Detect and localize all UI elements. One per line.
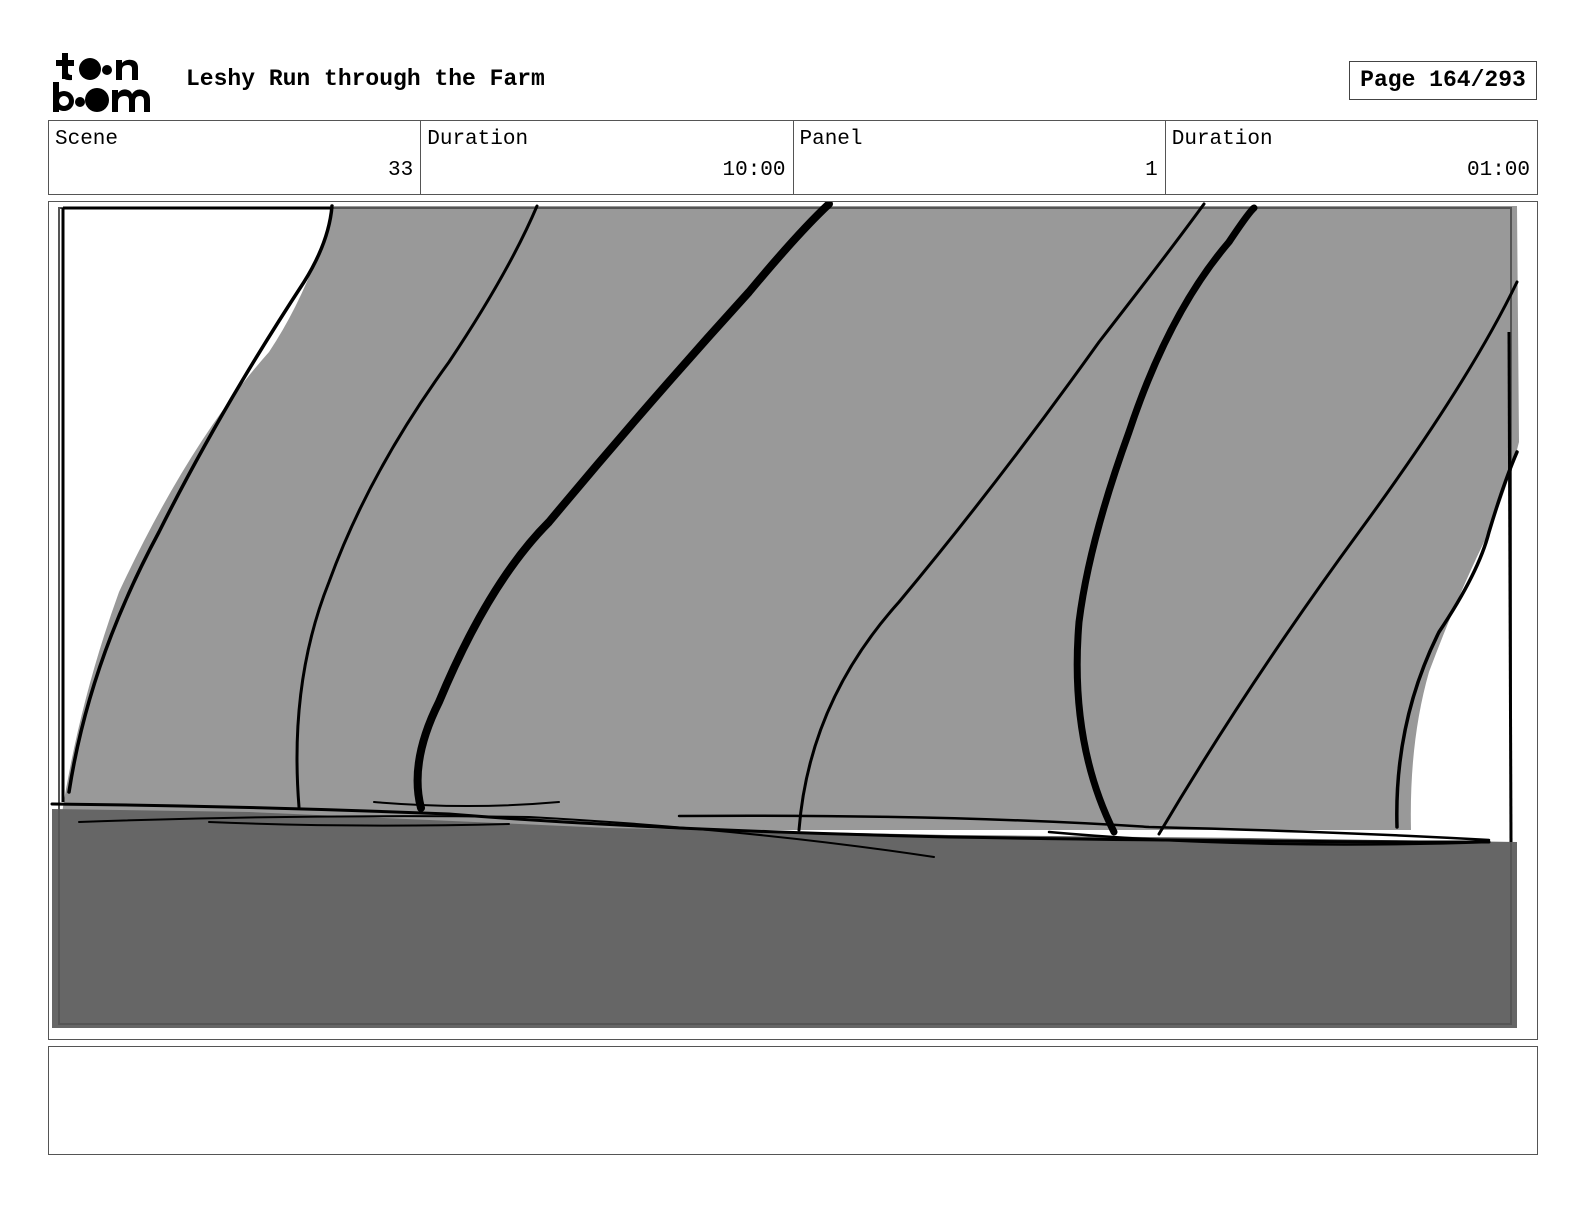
scene-info-table: Scene 33 Duration 10:00 Panel 1 Duration… <box>48 120 1538 195</box>
stalk-fill <box>61 206 1519 830</box>
toonboom-logo <box>50 50 165 114</box>
panel-duration-cell: Duration 01:00 <box>1166 121 1537 194</box>
scene-label: Scene <box>55 128 119 151</box>
panel-label: Panel <box>799 128 863 151</box>
panel-cell: Panel 1 <box>794 121 1166 194</box>
scene-cell: Scene 33 <box>49 121 422 194</box>
scene-duration-cell: Duration 10:00 <box>421 121 794 194</box>
notes-box <box>48 1046 1538 1155</box>
panel-duration-label: Duration <box>1171 128 1273 151</box>
scene-duration-value: 10:00 <box>722 159 786 182</box>
scene-value: 33 <box>388 159 414 182</box>
storyboard-panel <box>48 201 1538 1040</box>
scene-duration-label: Duration <box>427 128 529 151</box>
panel-duration-value: 01:00 <box>1466 159 1530 182</box>
project-title: Leshy Run through the Farm <box>186 66 545 92</box>
storyboard-sketch <box>50 202 1519 1028</box>
page-number: Page 164/293 <box>1349 61 1537 100</box>
panel-value: 1 <box>1145 159 1158 182</box>
